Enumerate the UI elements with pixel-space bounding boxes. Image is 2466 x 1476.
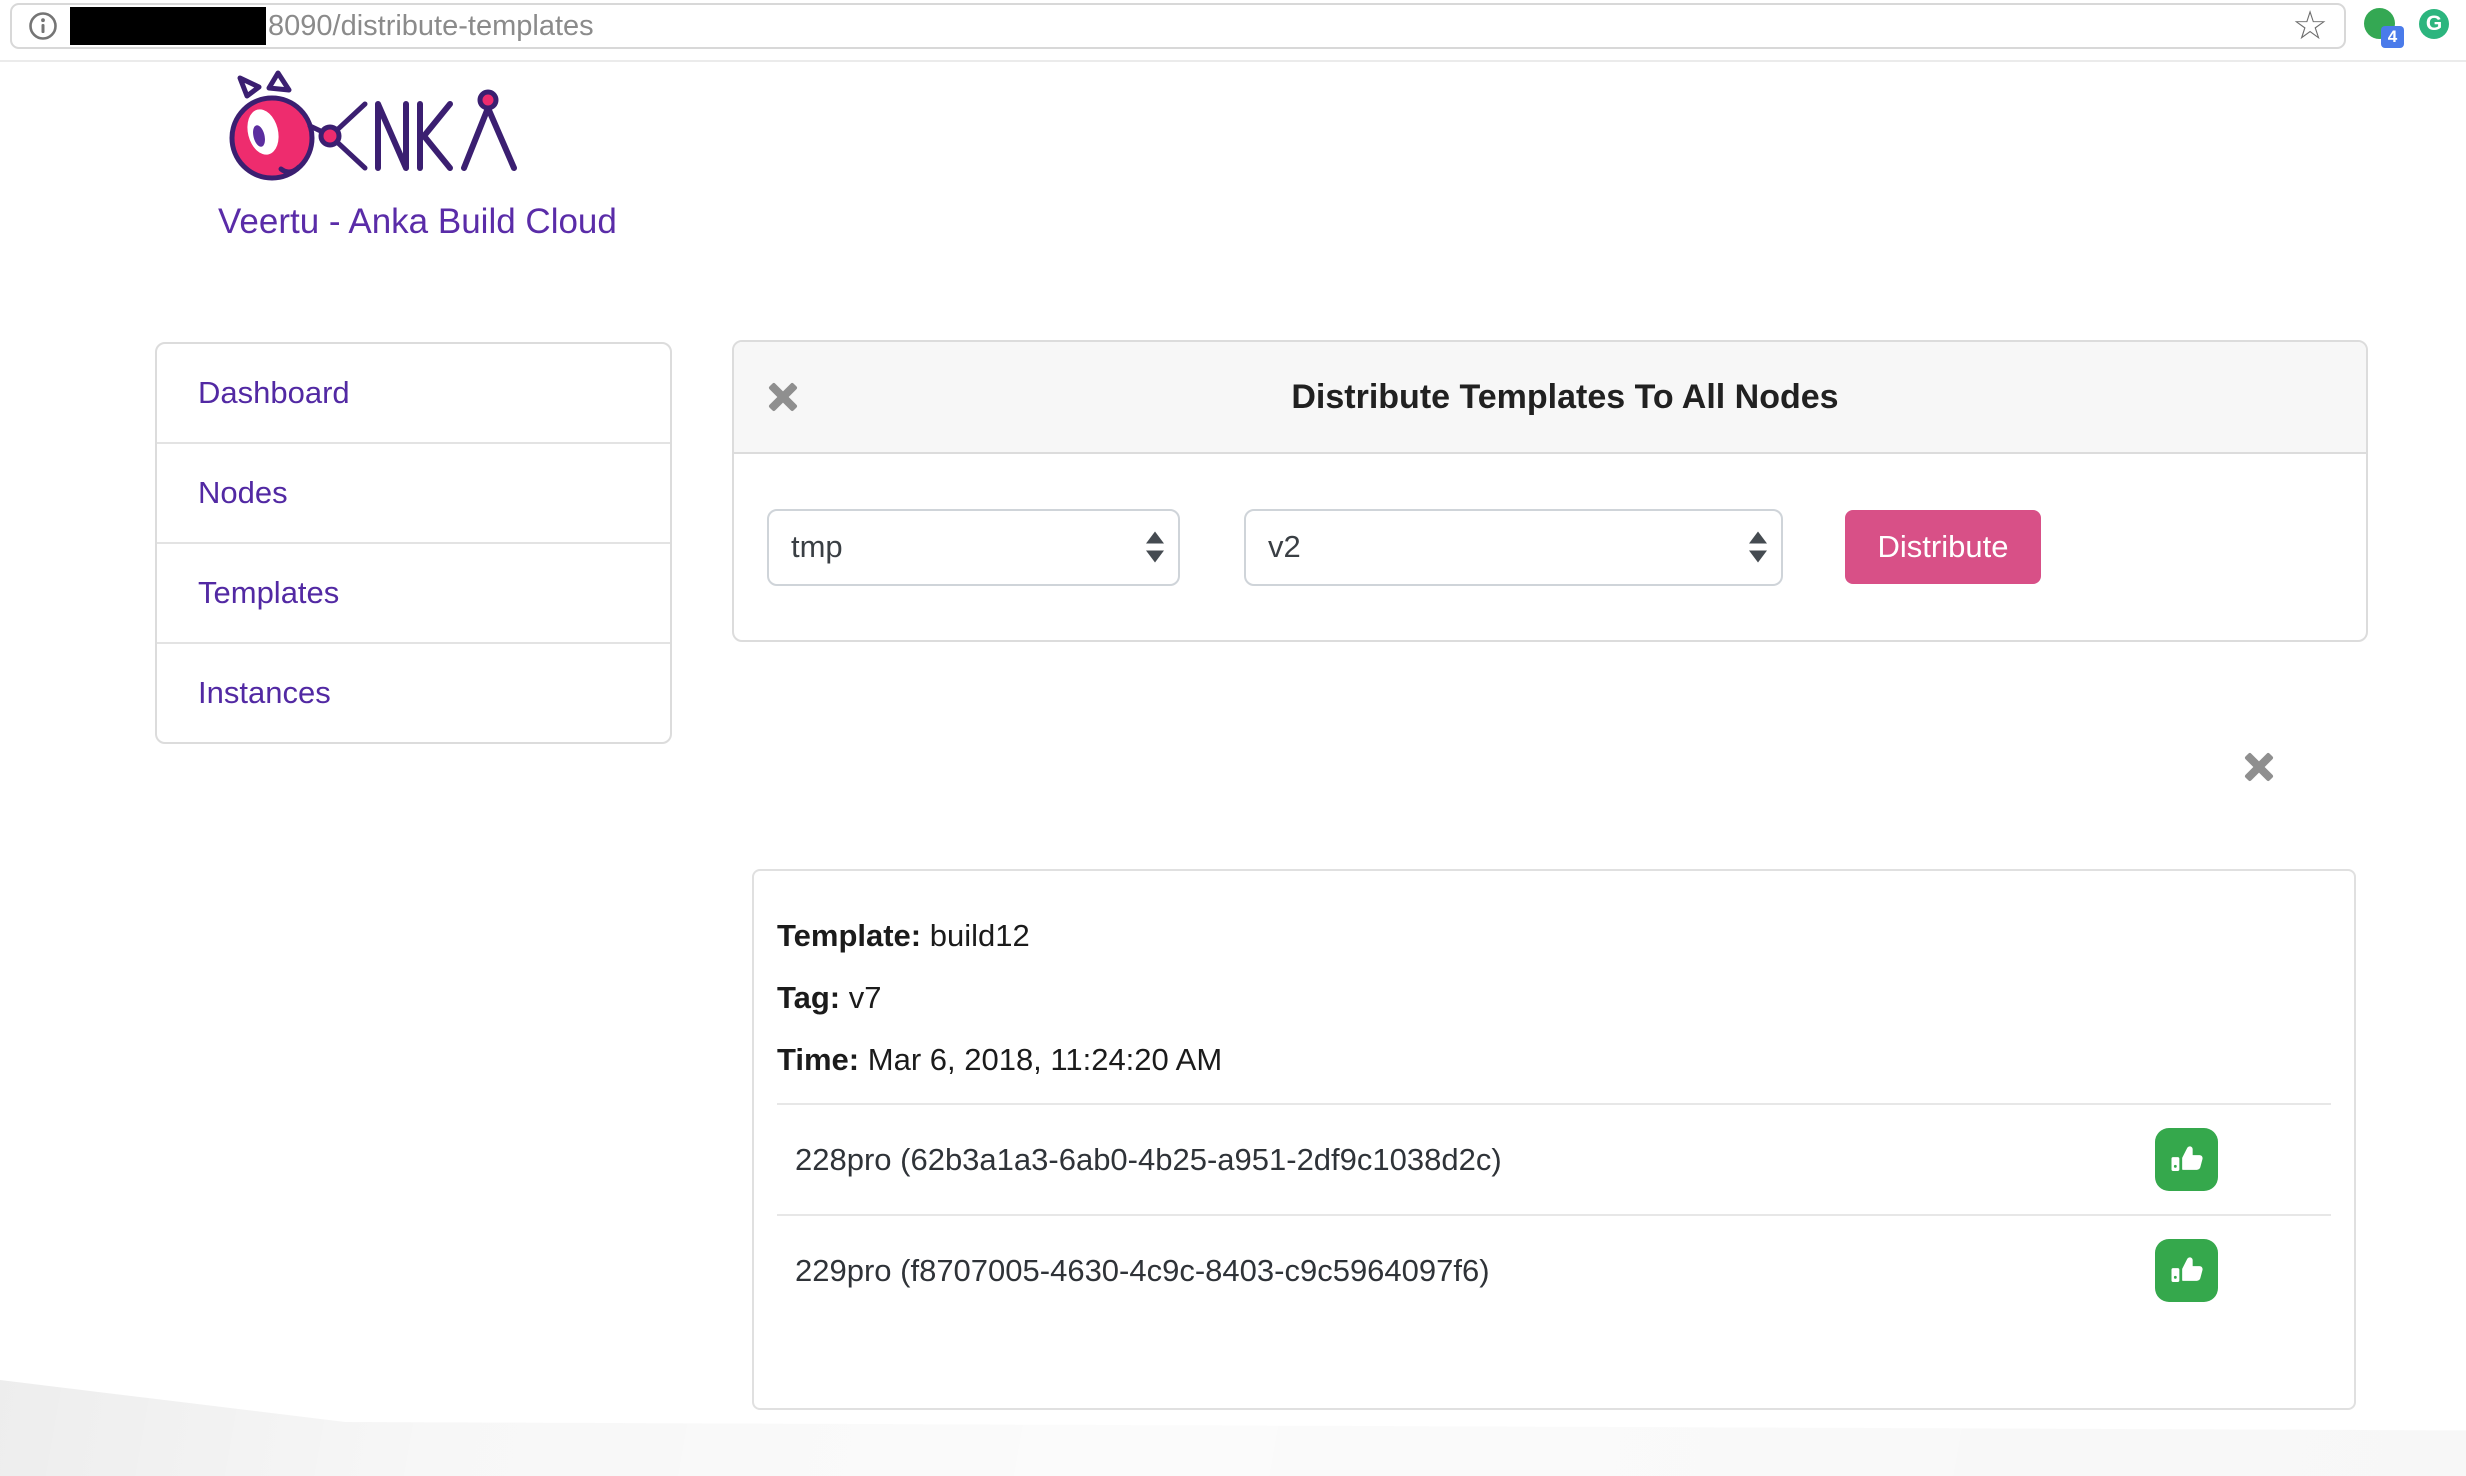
tag-select-value: v2 <box>1268 529 1301 565</box>
bookmark-star-icon[interactable]: ☆ <box>2292 6 2328 46</box>
template-field: Template: build12 <box>777 905 2331 967</box>
thumbs-up-icon <box>2155 1128 2218 1191</box>
browser-chrome: 8090/distribute-templates ☆ 4 G <box>0 0 2466 62</box>
template-select[interactable]: tmp <box>767 509 1180 586</box>
distribute-panel-header: Distribute Templates To All Nodes <box>734 342 2366 454</box>
sidebar-item-nodes[interactable]: Nodes <box>157 442 670 542</box>
time-field-value: Mar 6, 2018, 11:24:20 AM <box>868 1042 1222 1077</box>
distribute-button[interactable]: Distribute <box>1845 510 2041 584</box>
grammarly-icon[interactable]: G <box>2419 9 2449 39</box>
tag-field-label: Tag: <box>777 980 840 1015</box>
url-bar[interactable]: 8090/distribute-templates ☆ <box>10 3 2346 49</box>
anka-logo: NKA <box>217 70 519 193</box>
extension-badge: 4 <box>2381 26 2404 48</box>
result-close-icon[interactable] <box>2244 752 2274 782</box>
tag-field-value: v7 <box>849 980 882 1015</box>
time-field-label: Time: <box>777 1042 859 1077</box>
node-name: 228pro (62b3a1a3-6ab0-4b25-a951-2df9c103… <box>795 1142 1502 1178</box>
distribute-panel-body: tmp v2 Distribute <box>734 454 2366 640</box>
result-fields: Template: build12 Tag: v7 Time: Mar 6, 2… <box>777 871 2331 1091</box>
up-down-arrows-icon <box>1749 532 1767 563</box>
sidebar-nav: Dashboard Nodes Templates Instances <box>155 342 672 744</box>
distribution-result-card: Template: build12 Tag: v7 Time: Mar 6, 2… <box>752 869 2356 1410</box>
template-select-value: tmp <box>791 529 843 565</box>
distribute-panel-title: Distribute Templates To All Nodes <box>798 378 2332 417</box>
info-icon[interactable] <box>28 11 58 41</box>
anka-logo-graphic <box>217 70 519 188</box>
node-row: 228pro (62b3a1a3-6ab0-4b25-a951-2df9c103… <box>777 1103 2331 1214</box>
node-row: 229pro (f8707005-4630-4c9c-8403-c9c59640… <box>777 1214 2331 1325</box>
close-icon[interactable] <box>768 382 798 412</box>
tag-select[interactable]: v2 <box>1244 509 1783 586</box>
redacted-host <box>70 7 266 45</box>
node-name: 229pro (f8707005-4630-4c9c-8403-c9c59640… <box>795 1253 1490 1289</box>
sidebar-item-dashboard[interactable]: Dashboard <box>157 344 670 442</box>
up-down-arrows-icon <box>1146 532 1164 563</box>
sidebar-item-templates[interactable]: Templates <box>157 542 670 642</box>
time-field: Time: Mar 6, 2018, 11:24:20 AM <box>777 1029 2331 1091</box>
brand-subtitle: Veertu - Anka Build Cloud <box>218 202 617 242</box>
sidebar-item-instances[interactable]: Instances <box>157 642 670 742</box>
url-text[interactable]: 8090/distribute-templates <box>268 10 594 43</box>
tag-field: Tag: v7 <box>777 967 2331 1029</box>
template-field-value: build12 <box>930 918 1030 953</box>
thumbs-up-icon <box>2155 1239 2218 1302</box>
template-field-label: Template: <box>777 918 921 953</box>
distribute-panel: Distribute Templates To All Nodes tmp v2… <box>732 340 2368 642</box>
